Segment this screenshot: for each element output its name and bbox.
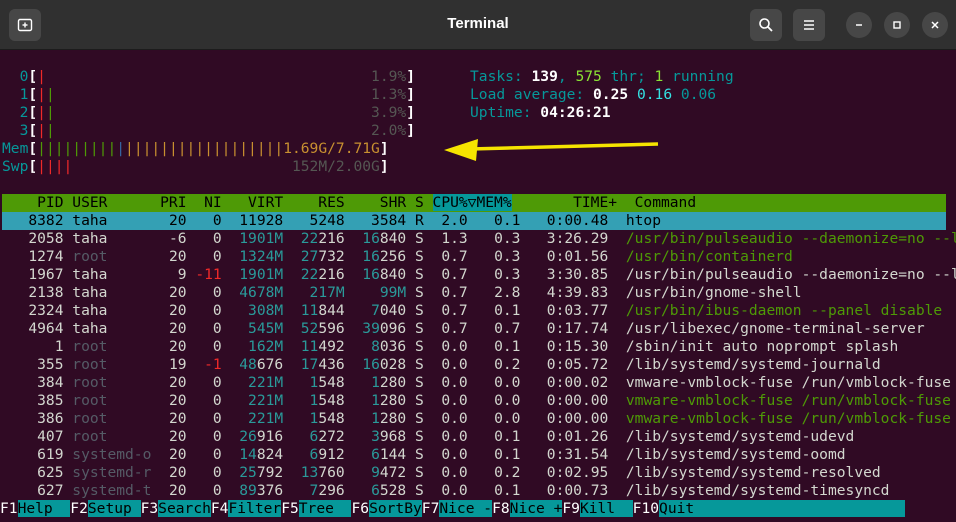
cpu-meter: 2[|| 3.9%] xyxy=(2,104,415,121)
process-command: /sbin/init auto noprompt splash xyxy=(625,338,899,355)
fkey-sortby[interactable]: F6SortBy xyxy=(351,500,422,517)
process-command: /usr/bin/containerd xyxy=(625,248,793,265)
header-row: PID USER PRI NI VIRT RES SHR S CPU%▽MEM%… xyxy=(2,194,697,211)
process-command: htop xyxy=(625,212,661,229)
process-user: systemd-t xyxy=(72,482,152,499)
process-user: root xyxy=(72,392,152,409)
process-row[interactable]: 2138 taha 20 0 4678M 217M 99M S 0.7 2.8 … xyxy=(2,284,802,302)
process-user: taha xyxy=(72,302,152,319)
minimize-icon xyxy=(856,24,862,26)
maximize-icon xyxy=(893,21,901,29)
process-user: taha xyxy=(72,230,152,247)
process-command: vmware-vmblock-fuse /run/vmblock-fuse -o xyxy=(625,410,956,427)
process-command: /lib/systemd/systemd-udevd xyxy=(625,428,855,445)
process-row[interactable]: 1967 taha 9 -11 1901M 22216 16840 S 0.7 … xyxy=(2,266,956,284)
process-row[interactable]: 2324 taha 20 0 308M 11844 7040 S 0.7 0.1… xyxy=(2,302,942,320)
terminal-area[interactable]: 0[| 1.9%] 1[|| 1.3%] 2[|| 3.9%] 3[|| 2.0… xyxy=(0,50,956,522)
process-user: taha xyxy=(72,320,152,337)
process-command: /usr/bin/pulseaudio --daemonize=no --log xyxy=(625,230,956,247)
process-user: taha xyxy=(72,212,152,229)
fkey-search[interactable]: F3Search xyxy=(140,500,211,517)
uptime-line: Uptime: 04:26:21 xyxy=(470,104,611,121)
maximize-button[interactable] xyxy=(884,12,910,38)
mem-meter: Mem[||||||||||||||||||||||||||||1.69G/7.… xyxy=(2,140,389,157)
process-row[interactable]: 625 systemd-r 20 0 25792 13760 9472 S 0.… xyxy=(2,464,881,482)
process-command: /usr/bin/ibus-daemon --panel disable xyxy=(625,302,943,319)
fkey-tree[interactable]: F5Tree xyxy=(281,500,352,517)
swp-meter: Swp[|||| 152M/2.00G] xyxy=(2,158,389,175)
process-user: taha xyxy=(72,266,152,283)
fkey-nice[interactable]: F7Nice - xyxy=(421,500,493,517)
process-command: /lib/systemd/systemd-journald xyxy=(625,356,881,373)
annotation-arrow xyxy=(444,139,659,161)
process-user: root xyxy=(72,374,152,391)
menu-button[interactable] xyxy=(793,9,825,41)
fkey-filter[interactable]: F4Filter xyxy=(210,500,282,517)
process-command: vmware-vmblock-fuse /run/vmblock-fuse -o xyxy=(625,374,956,391)
close-button[interactable] xyxy=(922,12,948,38)
fkey-kill[interactable]: F9Kill xyxy=(562,500,633,517)
fkey-setup[interactable]: F2Setup xyxy=(70,500,141,517)
process-row[interactable]: 4964 taha 20 0 545M 52596 39096 S 0.7 0.… xyxy=(2,320,925,338)
process-row[interactable]: 384 root 20 0 221M 1548 1280 S 0.0 0.0 0… xyxy=(2,374,956,392)
process-row[interactable]: 407 root 20 0 26916 6272 3968 S 0.0 0.1 … xyxy=(2,428,854,446)
fkey-quit[interactable]: F10Quit xyxy=(632,500,906,517)
sort-column-cpu[interactable]: CPU%▽MEM% xyxy=(432,194,512,211)
process-command: /usr/bin/gnome-shell xyxy=(625,284,802,301)
cpu-meter: 1[|| 1.3%] xyxy=(2,86,415,103)
process-user: systemd-r xyxy=(72,464,152,481)
process-row[interactable]: 8382 taha 20 0 11928 5248 3584 R 2.0 0.1… xyxy=(2,212,661,230)
process-row[interactable]: 386 root 20 0 221M 1548 1280 S 0.0 0.0 0… xyxy=(2,410,956,428)
search-icon xyxy=(759,18,773,32)
process-command: /lib/systemd/systemd-timesyncd xyxy=(625,482,890,499)
process-command: /lib/systemd/systemd-resolved xyxy=(625,464,881,481)
fkey-help[interactable]: F1Help xyxy=(0,500,71,517)
process-user: root xyxy=(72,428,152,445)
tasks-line: Tasks: 139, 575 thr; 1 running xyxy=(470,68,734,85)
load-average-line: Load average: 0.25 0.16 0.06 xyxy=(470,86,717,103)
process-row[interactable]: 1274 root 20 0 1324M 27732 16256 S 0.7 0… xyxy=(2,248,793,266)
search-button[interactable] xyxy=(750,9,782,41)
close-icon xyxy=(931,21,939,29)
process-user: root xyxy=(72,338,152,355)
process-command: /usr/bin/pulseaudio --daemonize=no --log xyxy=(625,266,956,283)
hamburger-menu-icon xyxy=(804,20,814,30)
cpu-meter: 0[| 1.9%] xyxy=(2,68,415,85)
process-user: root xyxy=(72,410,152,427)
process-row[interactable]: 385 root 20 0 221M 1548 1280 S 0.0 0.0 0… xyxy=(2,392,956,410)
process-row[interactable]: 627 systemd-t 20 0 89376 7296 6528 S 0.0… xyxy=(2,482,889,500)
process-row[interactable]: 1 root 20 0 162M 11492 8036 S 0.0 0.1 0:… xyxy=(2,338,899,356)
process-row[interactable]: 2058 taha -6 0 1901M 22216 16840 S 1.3 0… xyxy=(2,230,956,248)
process-user: taha xyxy=(72,284,152,301)
process-user: root xyxy=(72,356,152,373)
process-command: /lib/systemd/systemd-oomd xyxy=(625,446,846,463)
function-key-bar[interactable]: F1Help F2Setup F3SearchF4FilterF5Tree F6… xyxy=(0,500,906,518)
process-row[interactable]: 619 systemd-o 20 0 14824 6912 6144 S 0.0… xyxy=(2,446,846,464)
title-bar: Terminal xyxy=(0,0,956,50)
process-user: root xyxy=(72,248,152,265)
minimize-button[interactable] xyxy=(846,12,872,38)
cpu-meter: 3[|| 2.0%] xyxy=(2,122,415,139)
fkey-nice[interactable]: F8Nice + xyxy=(492,500,563,517)
process-command: vmware-vmblock-fuse /run/vmblock-fuse -o xyxy=(625,392,956,409)
process-user: systemd-o xyxy=(72,446,152,463)
process-command: /usr/libexec/gnome-terminal-server xyxy=(625,320,925,337)
process-row[interactable]: 355 root 19 -1 48676 17436 16028 S 0.0 0… xyxy=(2,356,881,374)
